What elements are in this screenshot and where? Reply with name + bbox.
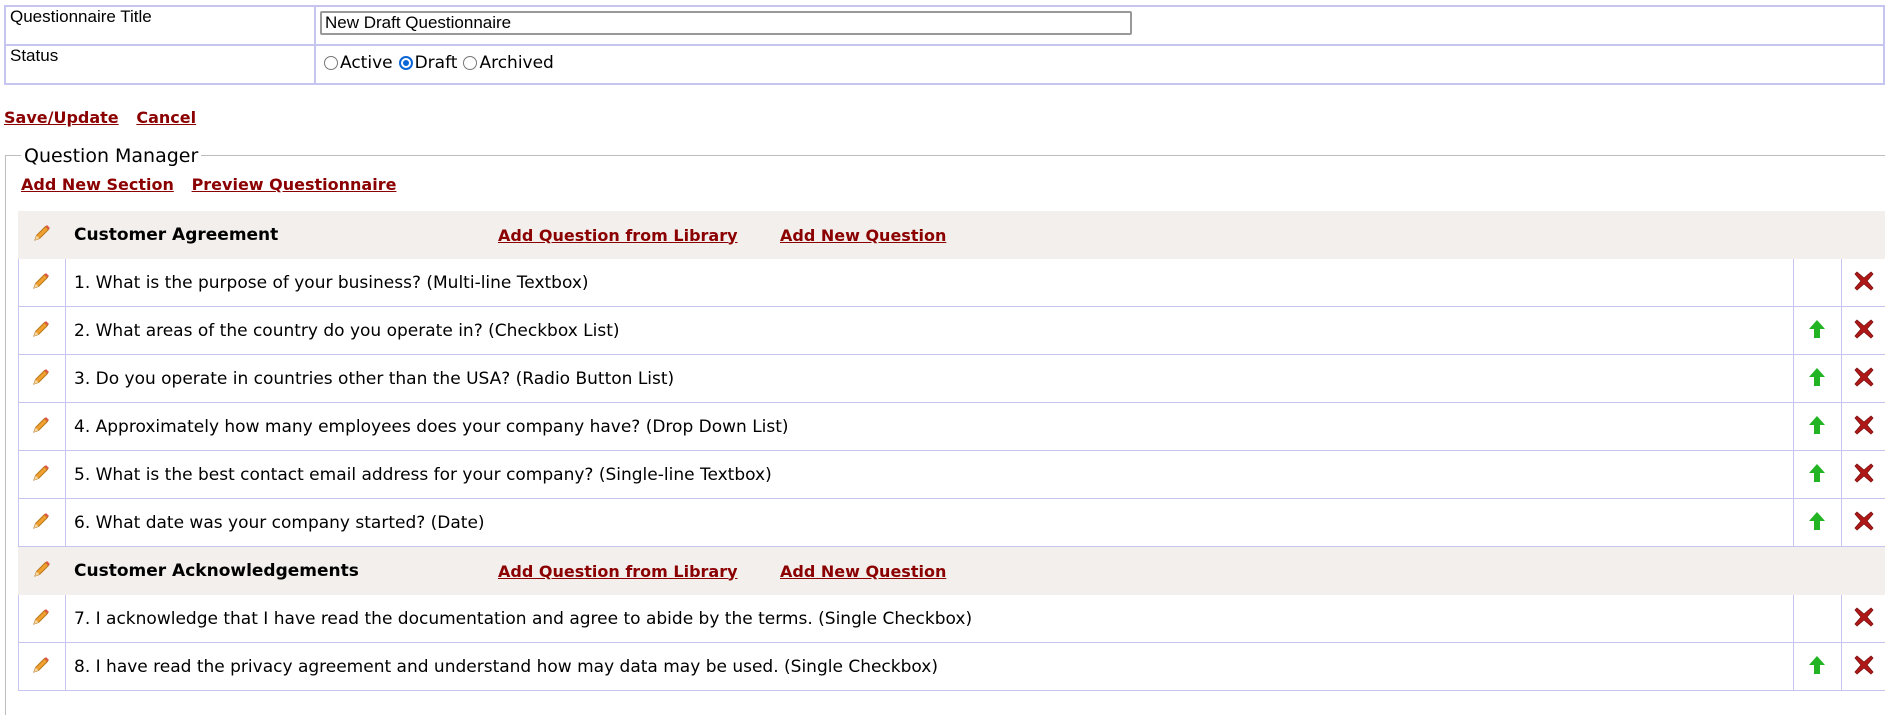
questionnaire-form: Questionnaire Title Status Active Draft …: [4, 5, 1885, 85]
title-cell: [314, 5, 1885, 46]
question-text: 5. What is the best contact email addres…: [66, 451, 1794, 498]
add-new-question-link[interactable]: Add New Question: [780, 226, 946, 245]
move-up-cell: [1794, 307, 1842, 354]
pencil-icon[interactable]: [31, 655, 51, 680]
add-question-from-library-link[interactable]: Add Question from Library: [498, 226, 738, 245]
pencil-icon[interactable]: [32, 223, 52, 248]
pencil-icon[interactable]: [31, 367, 51, 392]
delete-cell: [1842, 355, 1885, 402]
pencil-icon[interactable]: [31, 415, 51, 440]
edit-cell: [18, 595, 66, 642]
question-manager-links: Add New Section Preview Questionnaire: [21, 174, 408, 195]
pencil-icon[interactable]: [31, 511, 51, 536]
delete-x-icon[interactable]: [1853, 606, 1875, 633]
arrow-up-icon[interactable]: [1808, 511, 1826, 536]
edit-cell: [18, 355, 66, 402]
cancel-link[interactable]: Cancel: [136, 108, 196, 127]
question-manager-legend: Question Manager: [21, 145, 202, 167]
move-up-cell: [1794, 451, 1842, 498]
move-up-cell: [1794, 499, 1842, 546]
status-radio-archived[interactable]: [463, 56, 478, 70]
delete-cell: [1842, 595, 1885, 642]
section-row: Customer Agreement Add Question from Libr…: [18, 211, 1885, 259]
delete-x-icon[interactable]: [1853, 366, 1875, 393]
edit-cell: [18, 451, 66, 498]
preview-questionnaire-link[interactable]: Preview Questionnaire: [192, 175, 397, 194]
add-new-section-link[interactable]: Add New Section: [21, 175, 174, 194]
question-text: 4. Approximately how many employees does…: [66, 403, 1794, 450]
status-radio-active[interactable]: [324, 56, 338, 70]
question-table: Customer Agreement Add Question from Libr…: [18, 211, 1885, 691]
move-up-cell: [1794, 643, 1842, 690]
delete-x-icon[interactable]: [1853, 654, 1875, 681]
question-row: 4. Approximately how many employees does…: [18, 403, 1885, 451]
edit-cell: [18, 499, 66, 546]
delete-x-icon[interactable]: [1853, 462, 1875, 489]
edit-cell: [18, 643, 66, 690]
question-text: 6. What date was your company started? (…: [66, 499, 1794, 546]
status-cell: Active Draft Archived: [314, 44, 1885, 85]
question-text: 3. Do you operate in countries other tha…: [66, 355, 1794, 402]
question-manager-fieldset: Question Manager Add New Section Preview…: [5, 145, 1885, 715]
question-text: 7. I acknowledge that I have read the do…: [66, 595, 1794, 642]
question-row: 5. What is the best contact email addres…: [18, 451, 1885, 499]
status-label: Status: [4, 44, 316, 85]
arrow-up-icon[interactable]: [1808, 463, 1826, 488]
arrow-up-icon[interactable]: [1808, 367, 1826, 392]
delete-cell: [1842, 499, 1885, 546]
delete-x-icon[interactable]: [1853, 318, 1875, 345]
arrow-up-icon[interactable]: [1808, 655, 1826, 680]
question-row: 8. I have read the privacy agreement and…: [18, 643, 1885, 691]
pencil-icon[interactable]: [31, 271, 51, 296]
form-actions: Save/Update Cancel: [4, 107, 208, 128]
pencil-icon[interactable]: [32, 559, 52, 584]
question-text: 8. I have read the privacy agreement and…: [66, 643, 1794, 690]
pencil-icon[interactable]: [31, 319, 51, 344]
delete-cell: [1842, 307, 1885, 354]
delete-x-icon[interactable]: [1853, 414, 1875, 441]
add-question-from-library-link[interactable]: Add Question from Library: [498, 562, 738, 581]
pencil-icon[interactable]: [31, 607, 51, 632]
question-text: 2. What areas of the country do you oper…: [66, 307, 1794, 354]
move-up-cell: [1794, 595, 1842, 642]
delete-cell: [1842, 259, 1885, 306]
title-label: Questionnaire Title: [4, 5, 316, 46]
delete-cell: [1842, 643, 1885, 690]
add-new-question-link[interactable]: Add New Question: [780, 562, 946, 581]
question-text: 1. What is the purpose of your business?…: [66, 259, 1794, 306]
move-up-cell: [1794, 259, 1842, 306]
delete-x-icon[interactable]: [1853, 270, 1875, 297]
question-row: 3. Do you operate in countries other tha…: [18, 355, 1885, 403]
move-up-cell: [1794, 355, 1842, 402]
question-row: 2. What areas of the country do you oper…: [18, 307, 1885, 355]
question-row: 1. What is the purpose of your business?…: [18, 259, 1885, 307]
section-title: Customer Agreement: [74, 225, 279, 245]
delete-cell: [1842, 451, 1885, 498]
pencil-icon[interactable]: [31, 463, 51, 488]
questionnaire-title-input[interactable]: [320, 11, 1132, 35]
edit-cell: [18, 307, 66, 354]
edit-cell: [18, 403, 66, 450]
move-up-cell: [1794, 403, 1842, 450]
arrow-up-icon[interactable]: [1808, 415, 1826, 440]
delete-x-icon[interactable]: [1853, 510, 1875, 537]
status-option-draft-label: Draft: [414, 53, 458, 73]
status-option-archived-label: Archived: [479, 53, 554, 73]
section-row: Customer Acknowledgements Add Question fr…: [18, 547, 1885, 595]
status-radio-draft[interactable]: [398, 56, 413, 70]
question-row: 7. I acknowledge that I have read the do…: [18, 595, 1885, 643]
section-title: Customer Acknowledgements: [74, 561, 359, 581]
delete-cell: [1842, 403, 1885, 450]
save-update-link[interactable]: Save/Update: [4, 108, 119, 127]
edit-cell: [18, 259, 66, 306]
arrow-up-icon[interactable]: [1808, 319, 1826, 344]
question-row: 6. What date was your company started? (…: [18, 499, 1885, 547]
status-option-active-label: Active: [340, 53, 393, 73]
